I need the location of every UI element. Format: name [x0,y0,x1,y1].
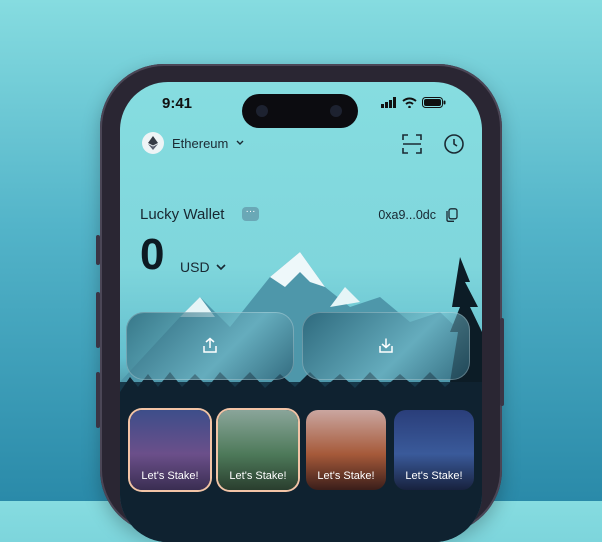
signal-icon [381,97,396,108]
history-icon[interactable] [442,132,466,156]
stake-card[interactable]: Let's Stake! [394,410,474,490]
status-time: 9:41 [162,95,193,112]
currency-label: USD [180,259,210,275]
side-button [96,235,100,265]
more-options-icon[interactable]: ··· [242,207,259,221]
stake-card[interactable]: Let's Stake! [306,410,386,490]
scan-icon[interactable] [400,132,424,156]
stake-card[interactable]: Let's Stake! [130,410,210,490]
wallet-name: Lucky Wallet [140,206,225,223]
network-label: Ethereum [172,135,229,151]
currency-selector[interactable]: USD [180,259,226,275]
chevron-down-icon [236,140,244,145]
stake-card[interactable]: Let's Stake! [218,410,298,490]
chevron-down-icon [215,263,226,270]
side-button [500,318,504,406]
side-button [96,372,100,428]
stake-card-label: Let's Stake! [141,470,199,482]
stake-card-label: Let's Stake! [229,470,287,482]
stake-card-label: Let's Stake! [317,470,375,482]
status-icons [381,97,446,108]
dynamic-island [242,94,358,128]
copy-icon[interactable] [446,208,458,222]
balance-amount: 0 [140,230,165,279]
stake-card-label: Let's Stake! [405,470,463,482]
side-button [96,292,100,348]
network-selector[interactable]: Ethereum [142,132,244,154]
app-screen: 9:41 Ethereum Lucky Wallet ··· 0xa9...0d… [120,82,482,542]
camera-icon [330,105,342,117]
wifi-icon [402,97,417,108]
battery-icon [422,97,446,108]
receive-icon [379,338,393,353]
send-icon [203,337,217,353]
receive-button[interactable] [302,312,470,380]
camera-icon [256,105,268,117]
send-button[interactable] [126,312,294,380]
stake-cards: Let's Stake! Let's Stake! Let's Stake! L… [130,410,474,490]
wallet-address[interactable]: 0xa9...0dc [378,208,436,222]
ethereum-icon [142,132,164,154]
